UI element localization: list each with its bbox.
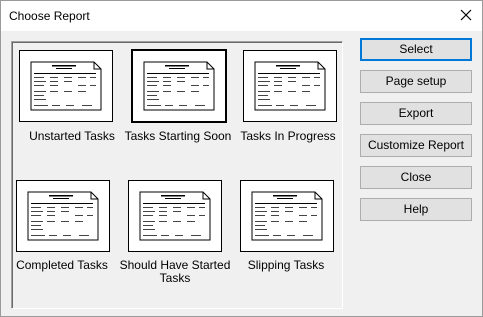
close-icon[interactable] xyxy=(459,8,473,22)
report-label-tasks-starting-soon[interactable]: Tasks Starting Soon xyxy=(118,130,238,143)
report-thumbnail-icon[interactable] xyxy=(240,180,334,252)
report-label-tasks-in-progress[interactable]: Tasks In Progress xyxy=(228,130,348,143)
dialog-title: Choose Report xyxy=(9,9,90,23)
choose-report-dialog: Choose Report Unstarted Tasks Tasks Star… xyxy=(0,0,483,317)
report-label-slipping-tasks[interactable]: Slipping Tasks xyxy=(226,259,346,272)
report-label-should-have-started-tasks[interactable]: Should Have Started Tasks xyxy=(115,259,235,285)
help-button[interactable]: Help xyxy=(360,198,472,221)
report-thumbnail-icon[interactable] xyxy=(128,180,222,252)
report-thumbnail-icon[interactable] xyxy=(16,180,110,252)
customize-report-button[interactable]: Customize Report xyxy=(360,134,472,157)
report-thumbnail-icon[interactable] xyxy=(19,50,113,122)
close-button[interactable]: Close xyxy=(360,166,472,189)
report-list-panel: Unstarted Tasks Tasks Starting Soon Task… xyxy=(11,41,343,309)
select-button[interactable]: Select xyxy=(360,38,472,61)
report-thumbnail-icon[interactable] xyxy=(243,50,337,122)
report-label-unstarted-tasks[interactable]: Unstarted Tasks xyxy=(12,130,132,143)
report-thumbnail-icon[interactable] xyxy=(131,49,227,123)
page-setup-button[interactable]: Page setup xyxy=(360,70,472,93)
export-button[interactable]: Export xyxy=(360,102,472,125)
title-bar: Choose Report xyxy=(1,1,482,31)
report-label-completed-tasks[interactable]: Completed Tasks xyxy=(2,259,122,272)
